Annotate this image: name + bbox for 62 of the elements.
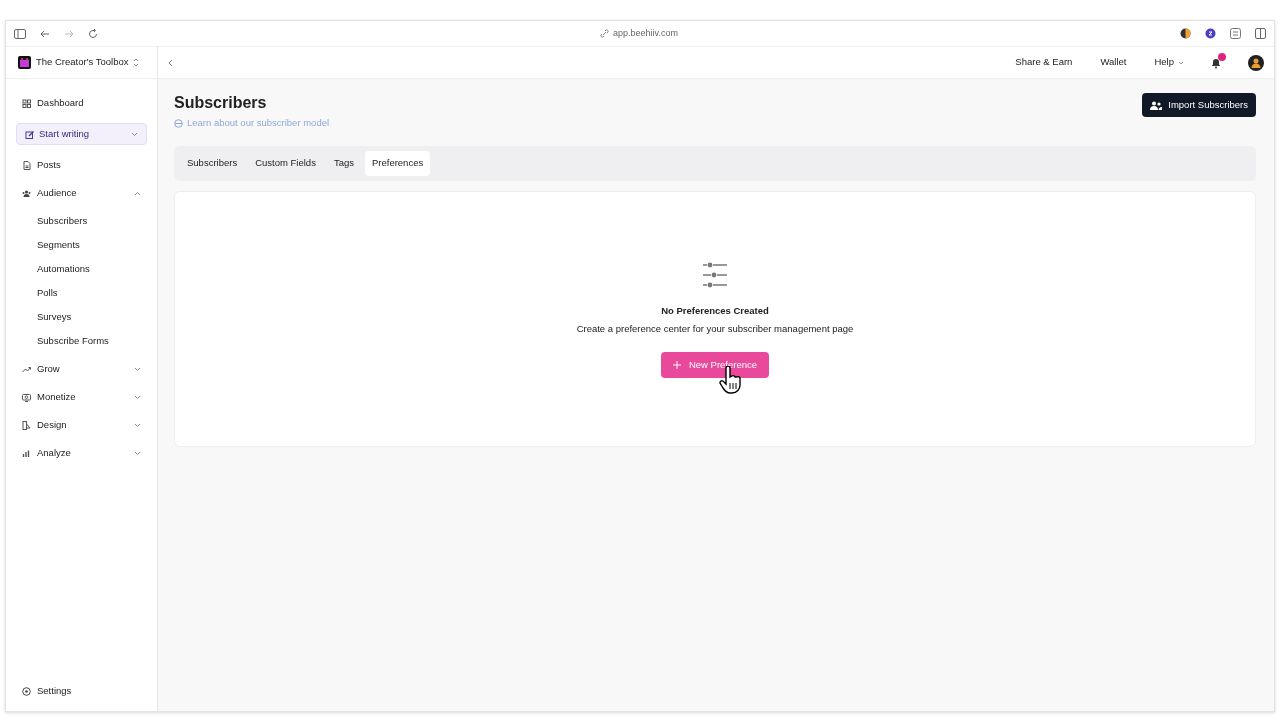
people-icon xyxy=(22,188,31,198)
page-title: Subscribers xyxy=(174,93,268,113)
sidebar-subitem[interactable]: Automations xyxy=(6,257,157,281)
sidebar-subitem[interactable]: Subscribers xyxy=(6,209,157,233)
trend-icon xyxy=(22,364,31,374)
import-subscribers-button[interactable]: Import Subscribers xyxy=(1142,93,1256,118)
sidebar-item[interactable]: Posts xyxy=(6,153,157,177)
tab[interactable]: Tags xyxy=(326,151,361,176)
hand-cursor-icon xyxy=(718,366,743,395)
sidebar-group[interactable]: Analyze xyxy=(6,441,157,465)
sidebar-group[interactable]: Audience xyxy=(6,181,157,205)
header-link[interactable]: Share & Earn xyxy=(1015,55,1073,70)
grid-icon xyxy=(22,98,31,108)
reader-icon[interactable] xyxy=(1230,28,1241,39)
header-link[interactable]: Help xyxy=(1154,55,1184,70)
header-link[interactable]: Wallet xyxy=(1100,55,1127,70)
document-icon xyxy=(22,160,31,170)
sidebar-subitem[interactable]: Surveys xyxy=(6,305,157,329)
plus-icon xyxy=(672,361,681,370)
collapse-icon[interactable] xyxy=(168,58,173,67)
sidebar-subitem[interactable]: Subscribe Forms xyxy=(6,329,157,353)
reload-icon[interactable] xyxy=(88,28,98,39)
sliders-icon xyxy=(702,261,728,288)
split-view-icon[interactable] xyxy=(1255,28,1266,39)
chevron-icon xyxy=(134,366,141,372)
design-icon xyxy=(22,420,31,430)
sidebar-group[interactable]: Monetize xyxy=(6,385,157,409)
sidebar-subitem[interactable]: Segments xyxy=(6,233,157,257)
sidebar-item[interactable]: Dashboard xyxy=(6,91,157,115)
extension-icon[interactable] xyxy=(1180,28,1191,39)
settings-link[interactable]: Settings xyxy=(6,679,157,703)
sidebar-group[interactable]: Grow xyxy=(6,357,157,381)
workspace-logo-icon xyxy=(18,56,31,69)
chevron-icon xyxy=(134,190,141,196)
extension-icon[interactable] xyxy=(1205,28,1216,39)
empty-state-text: Create a preference center for your subscriber management page xyxy=(576,321,854,336)
chevron-icon xyxy=(131,131,138,137)
info-icon xyxy=(174,118,183,128)
avatar-icon[interactable] xyxy=(1248,54,1264,71)
people-icon xyxy=(1150,100,1163,110)
start-writing-button[interactable]: Start writing xyxy=(16,123,147,145)
bell-icon[interactable] xyxy=(1210,56,1222,69)
chevron-icon xyxy=(134,450,141,456)
sidebar-group[interactable]: Design xyxy=(6,413,157,437)
sidebar-subitem[interactable]: Polls xyxy=(6,281,157,305)
settings-icon xyxy=(22,686,31,696)
chevron-icon xyxy=(134,394,141,400)
new-preference-button[interactable]: New Preference xyxy=(660,352,770,379)
url-text[interactable]: app.beehiiv.com xyxy=(613,26,678,41)
back-icon[interactable] xyxy=(40,29,50,38)
workspace-name[interactable]: The Creator's Toolbox xyxy=(36,55,129,70)
updown-icon[interactable] xyxy=(133,58,140,67)
pencil-icon xyxy=(25,129,34,139)
sidebar-toggle-icon[interactable] xyxy=(14,28,26,39)
tab[interactable]: Custom Fields xyxy=(248,151,323,176)
tab[interactable]: Subscribers xyxy=(180,151,245,176)
link-icon xyxy=(600,29,610,38)
money-icon xyxy=(22,392,31,402)
tab[interactable]: Preferences xyxy=(364,151,431,176)
empty-state-title: No Preferences Created xyxy=(661,303,769,318)
bar-chart-icon xyxy=(22,448,31,458)
chevron-icon xyxy=(134,422,141,428)
